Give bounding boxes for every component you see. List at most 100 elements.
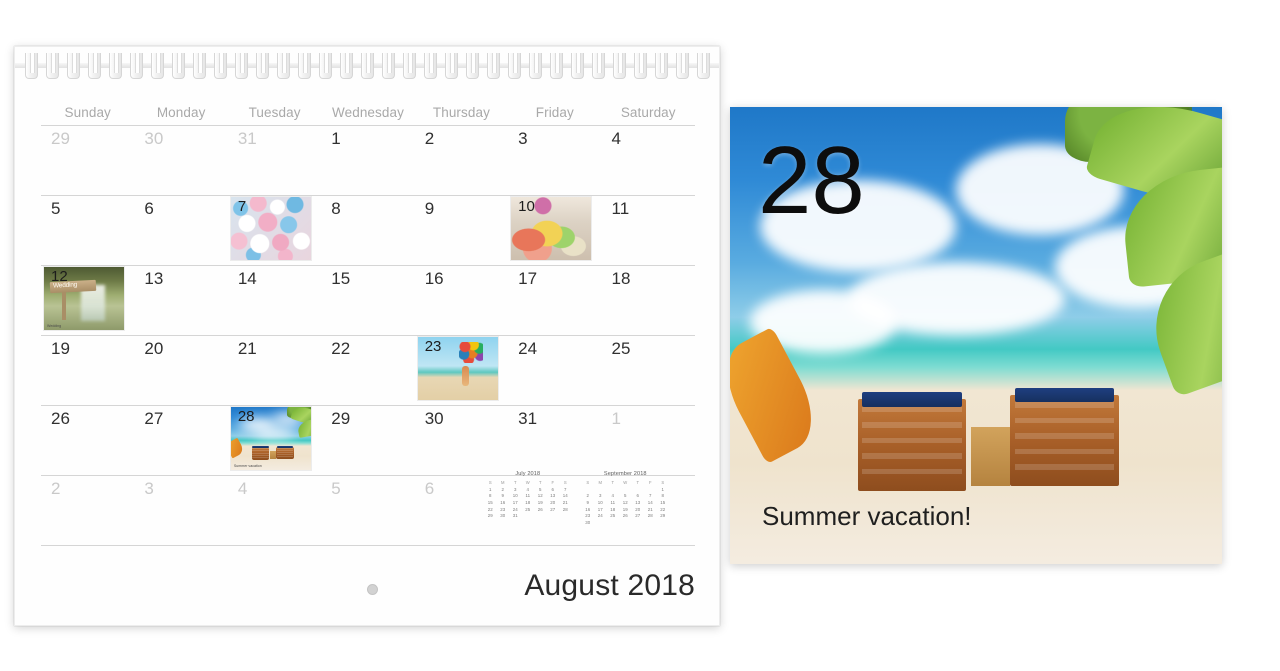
mini-day-cell[interactable]: 4 <box>522 486 535 493</box>
mini-day-cell[interactable]: 30 <box>497 512 510 519</box>
mini-day-cell[interactable]: 15 <box>657 499 670 506</box>
mini-day-cell[interactable] <box>582 486 595 493</box>
day-cell-20[interactable]: 20 <box>134 335 228 405</box>
mini-day-cell[interactable] <box>619 486 632 493</box>
day-cell-29[interactable]: 29 <box>321 405 415 475</box>
mini-day-cell[interactable]: 11 <box>607 499 620 506</box>
mini-day-cell[interactable]: 26 <box>619 512 632 519</box>
mini-day-cell[interactable]: 20 <box>632 506 645 513</box>
day-cell-2[interactable]: 2 <box>414 125 509 195</box>
day-cell-1[interactable]: 1 <box>321 125 415 195</box>
mini-day-cell[interactable]: 5 <box>619 492 632 499</box>
mini-day-cell[interactable]: 13 <box>632 499 645 506</box>
day-cell-19[interactable]: 19 <box>41 335 135 405</box>
mini-day-cell[interactable]: 25 <box>607 512 620 519</box>
mini-day-cell[interactable] <box>547 512 560 519</box>
day-cell-30[interactable]: 30 <box>414 405 509 475</box>
mini-day-cell[interactable]: 22 <box>484 506 497 513</box>
mini-day-cell[interactable] <box>594 486 607 493</box>
mini-day-cell[interactable]: 15 <box>484 499 497 506</box>
mini-day-cell[interactable]: 17 <box>509 499 522 506</box>
mini-day-cell[interactable]: 24 <box>509 506 522 513</box>
mini-day-cell[interactable]: 12 <box>534 492 547 499</box>
mini-day-cell[interactable]: 11 <box>522 492 535 499</box>
day-cell-31[interactable]: 31 <box>508 405 602 475</box>
day-cell-25[interactable]: 25 <box>601 335 695 405</box>
mini-calendar[interactable]: September 2018 S M T W T F S 1 2 3 4 5 6 7 8 9 10 11 12 13 14… <box>582 471 670 526</box>
day-cell-8[interactable]: 8 <box>321 195 415 265</box>
mini-day-cell[interactable]: 8 <box>657 492 670 499</box>
day-cell-10[interactable]: 10 <box>508 195 602 265</box>
mini-day-cell[interactable]: 14 <box>644 499 657 506</box>
mini-day-cell[interactable]: 16 <box>582 506 595 513</box>
day-cell-24[interactable]: 24 <box>508 335 602 405</box>
mini-day-cell[interactable]: 19 <box>534 499 547 506</box>
mini-day-cell[interactable]: 26 <box>534 506 547 513</box>
day-cell-6[interactable]: 6 <box>134 195 228 265</box>
day-cell-12[interactable]: Wedding 12 Wedding <box>41 265 135 335</box>
day-cell-7[interactable]: 7 <box>227 195 322 265</box>
mini-day-cell[interactable]: 22 <box>657 506 670 513</box>
mini-day-cell[interactable]: 1 <box>484 486 497 493</box>
day-photo-thumbnail[interactable]: Wedding 12 Wedding <box>44 267 124 330</box>
day-photo-thumbnail[interactable]: 10 <box>511 197 592 260</box>
mini-day-cell[interactable]: 28 <box>644 512 657 519</box>
day-cell-1[interactable]: 1 <box>601 405 695 475</box>
mini-day-cell[interactable]: 19 <box>619 506 632 513</box>
mini-day-cell[interactable]: 10 <box>509 492 522 499</box>
day-cell-3[interactable]: 3 <box>134 475 228 545</box>
day-cell-16[interactable]: 16 <box>414 265 509 335</box>
mini-day-cell[interactable] <box>607 486 620 493</box>
mini-day-cell[interactable]: 23 <box>497 506 510 513</box>
mini-day-cell[interactable]: 1 <box>657 486 670 493</box>
mini-day-cell[interactable]: 25 <box>522 506 535 513</box>
mini-day-cell[interactable]: 30 <box>582 519 595 526</box>
mini-day-cell[interactable]: 2 <box>497 486 510 493</box>
day-cell-30[interactable]: 30 <box>134 125 228 195</box>
mini-day-cell[interactable]: 18 <box>607 506 620 513</box>
day-cell-13[interactable]: 13 <box>134 265 228 335</box>
day-cell-11[interactable]: 11 <box>601 195 695 265</box>
mini-day-cell[interactable]: 17 <box>594 506 607 513</box>
day-cell-15[interactable]: 15 <box>321 265 415 335</box>
day-cell-2[interactable]: 2 <box>41 475 135 545</box>
day-cell-31[interactable]: 31 <box>227 125 322 195</box>
day-cell-3[interactable]: 3 <box>508 125 602 195</box>
day-cell-17[interactable]: 17 <box>508 265 602 335</box>
day-photo-thumbnail[interactable]: 23 <box>417 337 498 400</box>
mini-day-cell[interactable] <box>644 519 657 526</box>
mini-day-cell[interactable]: 14 <box>559 492 572 499</box>
mini-day-cell[interactable]: 6 <box>632 492 645 499</box>
mini-day-cell[interactable]: 8 <box>484 492 497 499</box>
mini-day-cell[interactable]: 13 <box>547 492 560 499</box>
mini-day-cell[interactable]: 23 <box>582 512 595 519</box>
day-photo-thumbnail[interactable]: 28 Summer vacation <box>230 407 311 470</box>
mini-day-cell[interactable]: 24 <box>594 512 607 519</box>
mini-day-cell[interactable]: 2 <box>582 492 595 499</box>
mini-day-cell[interactable] <box>534 512 547 519</box>
day-cell-21[interactable]: 21 <box>227 335 322 405</box>
mini-calendar[interactable]: July 2018 S M T W T F S 1 2 3 4 5 6 7 8 9 10 11 12 13 14 15 16 1… <box>484 471 572 526</box>
day-cell-27[interactable]: 27 <box>134 405 228 475</box>
day-cell-22[interactable]: 22 <box>321 335 415 405</box>
mini-day-cell[interactable]: 4 <box>607 492 620 499</box>
photo-preview-panel[interactable]: 28 Summer vacation! <box>730 107 1222 564</box>
mini-day-cell[interactable] <box>522 512 535 519</box>
day-cell-28[interactable]: 28 Summer vacation <box>227 405 322 475</box>
mini-day-cell[interactable]: 29 <box>657 512 670 519</box>
mini-day-cell[interactable]: 7 <box>559 486 572 493</box>
day-cell-29[interactable]: 29 <box>41 125 135 195</box>
page-indicator-dot[interactable] <box>367 584 378 595</box>
day-cell-4[interactable]: 4 <box>227 475 322 545</box>
mini-day-cell[interactable]: 27 <box>547 506 560 513</box>
day-cell-18[interactable]: 18 <box>601 265 695 335</box>
mini-day-cell[interactable] <box>594 519 607 526</box>
day-photo-thumbnail[interactable]: 7 <box>230 197 311 260</box>
day-cell-14[interactable]: 14 <box>227 265 322 335</box>
day-cell-9[interactable]: 9 <box>414 195 509 265</box>
mini-day-cell[interactable]: 6 <box>547 486 560 493</box>
mini-day-cell[interactable] <box>559 512 572 519</box>
mini-day-cell[interactable]: 31 <box>509 512 522 519</box>
mini-day-cell[interactable]: 27 <box>632 512 645 519</box>
mini-day-cell[interactable]: 5 <box>534 486 547 493</box>
